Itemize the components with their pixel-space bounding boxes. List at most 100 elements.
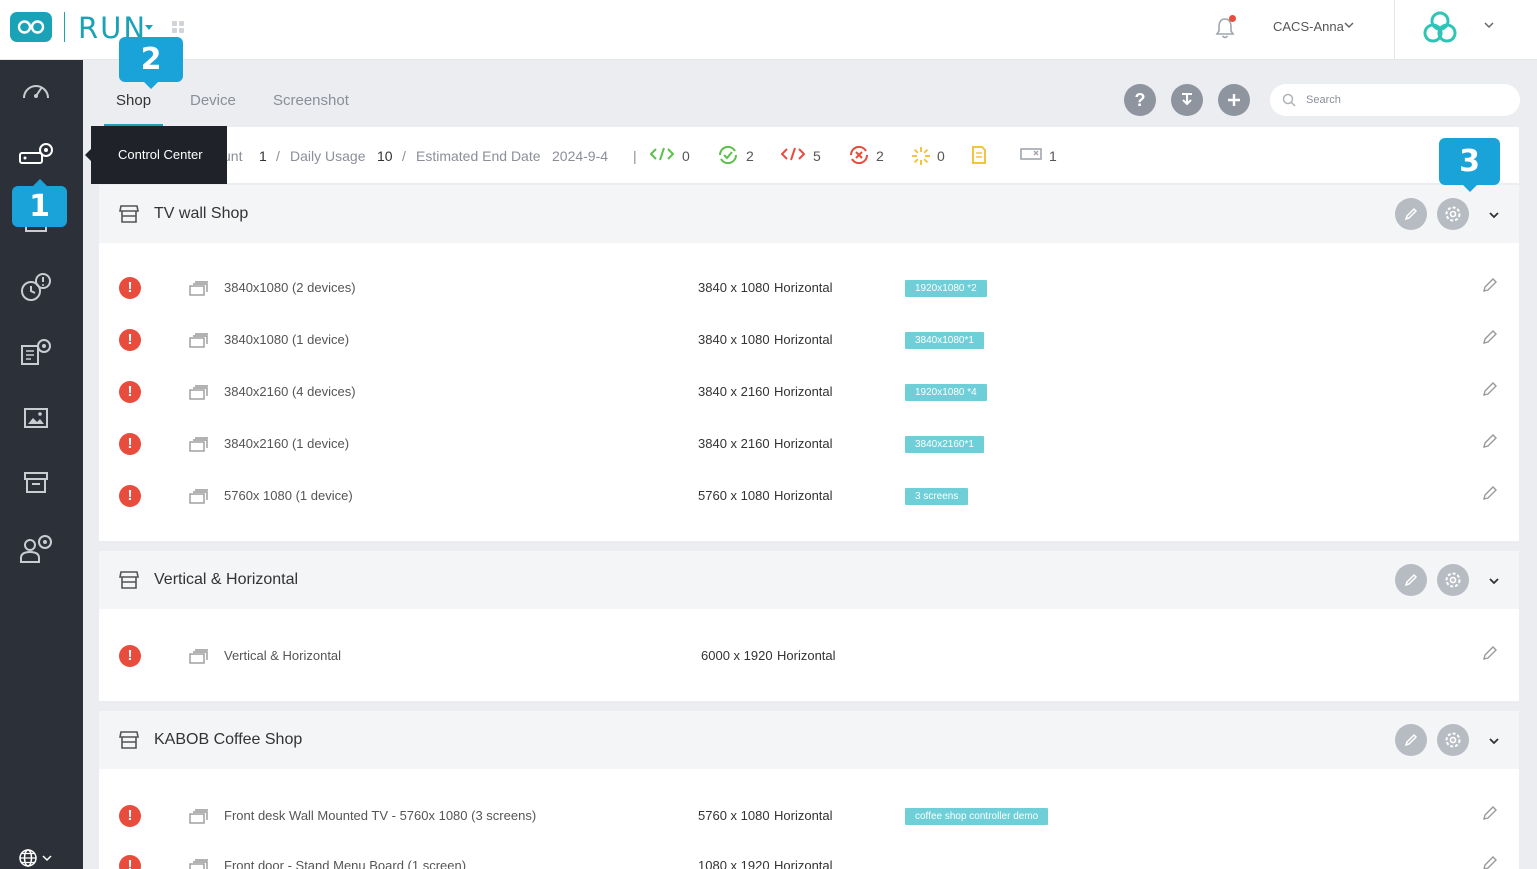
pencil-icon[interactable] <box>1482 645 1498 661</box>
shop-card: Vertical & Horizontal ! Vertical & Horiz… <box>99 551 1519 701</box>
stat-sync-error-count: 2 <box>876 148 884 164</box>
tab-device[interactable]: Device <box>190 92 236 109</box>
brand-divider <box>64 12 65 42</box>
chevron-down-icon[interactable] <box>1484 20 1494 30</box>
search-input[interactable] <box>1306 91 1506 109</box>
org-logo-icon[interactable] <box>1420 10 1460 46</box>
table-row[interactable]: ! Front door - Stand Menu Board (1 scree… <box>99 839 1519 869</box>
table-row[interactable]: ! 5760x 1080 (1 device) 5760 x 1080 Hori… <box>99 469 1519 521</box>
pencil-icon[interactable] <box>1482 805 1498 821</box>
table-row[interactable]: ! Vertical & Horizontal 6000 x 1920 Hori… <box>99 629 1519 681</box>
user-name[interactable]: CACS-Anna <box>1273 19 1344 34</box>
resolution: 6000 x 1920 <box>701 648 773 663</box>
sidebar-item-media[interactable] <box>16 398 56 438</box>
layout-tag: 3 screens <box>905 488 969 505</box>
sidebar-item-archive[interactable] <box>16 463 56 503</box>
top-bar: RUN CACS-Anna <box>0 0 1537 60</box>
app-logo[interactable] <box>10 12 52 42</box>
summary-bar: unt 1 / Daily Usage 10 / Estimated End D… <box>99 127 1519 183</box>
globe-icon <box>19 849 37 867</box>
screens-icon <box>189 333 208 348</box>
shop-name: TV wall Shop <box>154 205 249 222</box>
online-code-icon[interactable] <box>650 146 674 162</box>
chevron-down-icon[interactable] <box>1488 575 1500 587</box>
table-row[interactable]: ! 3840x2160 (4 devices) 3840 x 2160 Hori… <box>99 365 1519 417</box>
plus-icon <box>1228 94 1240 106</box>
orientation: Horizontal <box>774 488 833 503</box>
separator-bar: | <box>633 148 637 164</box>
screens-icon <box>189 859 208 869</box>
shop-settings-button[interactable] <box>1437 198 1469 230</box>
step-badge-1: 1 <box>12 179 67 227</box>
layout-tag: 3840x2160*1 <box>905 436 984 453</box>
screen-name: 3840x1080 (1 device) <box>224 332 350 347</box>
sidebar-item-users[interactable] <box>16 528 56 568</box>
sidebar-item-control-center[interactable] <box>16 135 56 175</box>
sync-check-icon[interactable] <box>717 146 739 164</box>
table-row[interactable]: ! 3840x1080 (2 devices) 3840 x 1080 Hori… <box>99 261 1519 313</box>
store-icon <box>119 731 139 749</box>
table-row[interactable]: ! 3840x2160 (1 device) 3840 x 2160 Horiz… <box>99 417 1519 469</box>
app-switch-caret-icon[interactable] <box>145 25 153 30</box>
shop-settings-button[interactable] <box>1437 724 1469 756</box>
control-center-icon <box>19 143 53 164</box>
help-button[interactable]: ? <box>1124 84 1156 116</box>
sidebar-item-dashboard[interactable] <box>16 70 56 110</box>
resolution: 3840 x 1080 <box>698 280 770 295</box>
shop-card-header[interactable]: TV wall Shop <box>99 185 1519 243</box>
screen-name: 5760x 1080 (1 device) <box>224 488 353 503</box>
resolution: 3840 x 2160 <box>698 384 770 399</box>
document-icon[interactable] <box>971 146 987 164</box>
shop-card-header[interactable]: Vertical & Horizontal <box>99 551 1519 609</box>
edit-shop-button[interactable] <box>1395 198 1427 230</box>
pencil-icon[interactable] <box>1482 277 1498 293</box>
sync-error-icon[interactable] <box>848 146 870 164</box>
chevron-down-icon[interactable] <box>1344 20 1354 30</box>
sidebar-item-content[interactable] <box>16 332 56 372</box>
table-row[interactable]: ! 3840x1080 (1 device) 3840 x 1080 Horiz… <box>99 313 1519 365</box>
table-row[interactable]: ! Front desk Wall Mounted TV - 5760x 108… <box>99 789 1519 841</box>
apps-grid-icon[interactable] <box>172 21 184 33</box>
shop-card: KABOB Coffee Shop ! Front desk Wall Moun… <box>99 711 1519 869</box>
offline-code-icon[interactable] <box>781 146 805 162</box>
question-icon: ? <box>1134 89 1146 110</box>
device-count-value: 1 <box>259 148 267 164</box>
resolution: 5760 x 1080 <box>698 808 770 823</box>
step-badge-2: 2 <box>119 37 183 89</box>
sidebar-item-alerts[interactable] <box>16 267 56 307</box>
stat-synced-count: 2 <box>746 148 754 164</box>
chevron-down-icon[interactable] <box>1488 735 1500 747</box>
daily-usage-value: 10 <box>377 148 393 164</box>
stat-offline-count: 5 <box>813 148 821 164</box>
pencil-icon[interactable] <box>1482 329 1498 345</box>
daily-usage-label: Daily Usage <box>290 148 366 164</box>
loading-icon[interactable] <box>911 146 931 166</box>
resolution: 3840 x 1080 <box>698 332 770 347</box>
chevron-down-icon[interactable] <box>1488 209 1500 221</box>
orientation: Horizontal <box>774 332 833 347</box>
edit-shop-button[interactable] <box>1395 564 1427 596</box>
alert-icon: ! <box>119 381 141 403</box>
edit-shop-button[interactable] <box>1395 724 1427 756</box>
gear-icon <box>1445 206 1461 222</box>
download-button[interactable] <box>1171 84 1203 116</box>
pencil-icon <box>1404 207 1418 221</box>
user-settings-icon <box>20 535 52 563</box>
pencil-icon[interactable] <box>1482 433 1498 449</box>
tab-shop[interactable]: Shop <box>116 92 151 109</box>
pencil-icon[interactable] <box>1482 381 1498 397</box>
screens-icon <box>189 489 208 504</box>
shop-card-header[interactable]: KABOB Coffee Shop <box>99 711 1519 769</box>
end-date-value: 2024-9-4 <box>552 148 609 164</box>
language-switcher[interactable] <box>18 848 52 868</box>
shop-settings-button[interactable] <box>1437 564 1469 596</box>
separator: / <box>276 148 280 164</box>
pencil-icon[interactable] <box>1482 855 1498 869</box>
monitor-off-icon[interactable] <box>1020 146 1042 162</box>
search-box[interactable] <box>1270 84 1520 116</box>
add-button[interactable] <box>1218 84 1250 116</box>
tab-screenshot[interactable]: Screenshot <box>273 92 349 109</box>
pencil-icon[interactable] <box>1482 485 1498 501</box>
screen-name: Vertical & Horizontal <box>224 648 342 663</box>
screens-icon <box>189 281 208 296</box>
